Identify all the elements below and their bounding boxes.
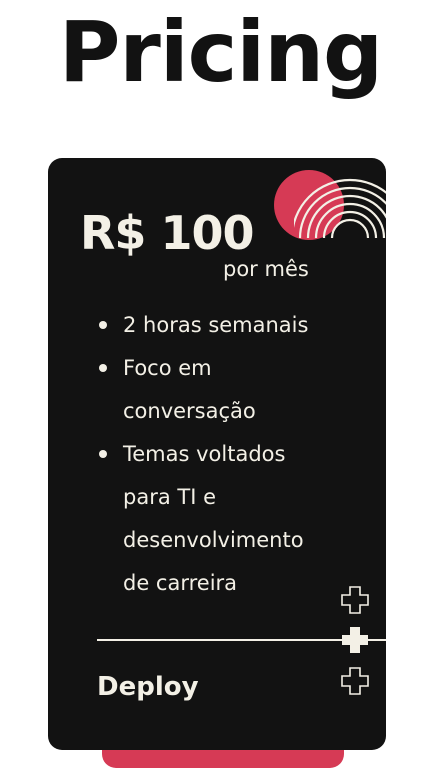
bullet-icon [99,450,107,458]
feature-text: 2 horas semanais [123,313,309,337]
plus-filled-icon [342,627,368,653]
page-title: Pricing [58,3,383,101]
plus-outline-icon [341,586,369,614]
signal-arcs-icon [294,178,386,238]
bullet-icon [99,364,107,372]
feature-text: Temas voltados para TI e desenvolvimento… [123,442,304,595]
feature-list: 2 horas semanais Foco em conversação Tem… [98,304,328,605]
deploy-button[interactable]: Deploy [97,668,199,706]
feature-item: 2 horas semanais [98,304,328,347]
plan-period: por mês [223,257,309,281]
bullet-icon [99,321,107,329]
pricing-card: R$ 100 por mês 2 horas semanais Foco em … [48,158,386,750]
feature-item: Temas voltados para TI e desenvolvimento… [98,433,328,605]
feature-item: Foco em conversação [98,347,328,433]
feature-text: Foco em conversação [123,356,256,423]
plus-outline-icon [341,667,369,695]
plan-price: R$ 100 [80,206,254,260]
